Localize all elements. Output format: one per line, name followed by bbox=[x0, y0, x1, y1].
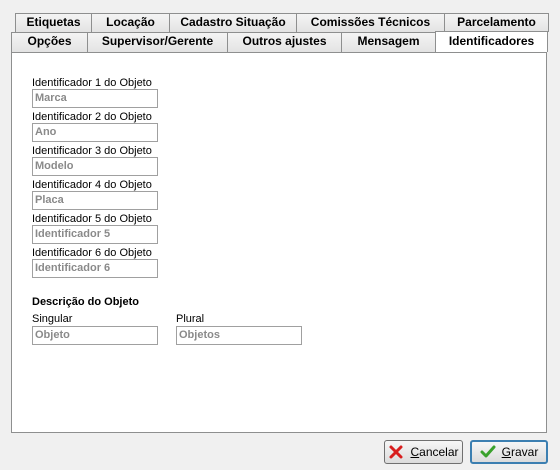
identifier-4-input[interactable]: Placa bbox=[32, 191, 158, 210]
identifier-2-input[interactable]: Ano bbox=[32, 123, 158, 142]
tab-outros-ajustes[interactable]: Outros ajustes bbox=[227, 32, 342, 52]
identifier-5-placeholder: Identificador 5 bbox=[35, 228, 111, 240]
tab-identificadores[interactable]: Identificadores bbox=[435, 31, 548, 52]
plural-input[interactable]: Objetos bbox=[176, 326, 302, 345]
identifier-1-input[interactable]: Marca bbox=[32, 89, 158, 108]
identifier-6-input[interactable]: Identificador 6 bbox=[32, 259, 158, 278]
save-button-label: Gravar bbox=[501, 445, 539, 459]
save-button[interactable]: Gravar bbox=[470, 440, 548, 464]
identifier-3-placeholder: Modelo bbox=[35, 160, 74, 172]
close-icon bbox=[388, 444, 404, 460]
identifier-4-placeholder: Placa bbox=[35, 194, 64, 206]
plural-placeholder: Objetos bbox=[179, 329, 220, 341]
identifier-6-placeholder: Identificador 6 bbox=[35, 262, 111, 274]
tab-parcelamento[interactable]: Parcelamento bbox=[444, 13, 549, 32]
tab-supervisor-gerente[interactable]: Supervisor/Gerente bbox=[87, 32, 228, 52]
tab-opcoes[interactable]: Opções bbox=[11, 32, 88, 52]
singular-placeholder: Objeto bbox=[35, 329, 70, 341]
tab-cadastro-situacao[interactable]: Cadastro Situação bbox=[169, 13, 297, 32]
plural-label: Plural bbox=[176, 313, 205, 325]
description-section-title: Descrição do Objeto bbox=[32, 296, 139, 308]
identifier-3-input[interactable]: Modelo bbox=[32, 157, 158, 176]
identifier-3-label: Identificador 3 do Objeto bbox=[32, 145, 152, 157]
identifier-5-input[interactable]: Identificador 5 bbox=[32, 225, 158, 244]
cancel-button[interactable]: Cancelar bbox=[384, 440, 463, 464]
tab-mensagem[interactable]: Mensagem bbox=[341, 32, 436, 52]
tab-etiquetas[interactable]: Etiquetas bbox=[15, 13, 92, 32]
identifier-1-label: Identificador 1 do Objeto bbox=[32, 77, 152, 89]
singular-label: Singular bbox=[32, 313, 73, 325]
identifier-2-placeholder: Ano bbox=[35, 126, 57, 138]
identifier-4-label: Identificador 4 do Objeto bbox=[32, 179, 152, 191]
cancel-button-label: Cancelar bbox=[410, 445, 459, 459]
tab-locacao[interactable]: Locação bbox=[91, 13, 170, 32]
singular-input[interactable]: Objeto bbox=[32, 326, 158, 345]
tab-comissoes-tecnicos[interactable]: Comissões Técnicos bbox=[296, 13, 445, 32]
tab-panel-identificadores: Identificador 1 do Objeto Marca Identifi… bbox=[11, 52, 547, 433]
identifier-5-label: Identificador 5 do Objeto bbox=[32, 213, 152, 225]
identifier-1-placeholder: Marca bbox=[35, 92, 67, 104]
identifier-2-label: Identificador 2 do Objeto bbox=[32, 111, 152, 123]
identifier-6-label: Identificador 6 do Objeto bbox=[32, 247, 152, 259]
checkmark-icon bbox=[480, 444, 496, 460]
